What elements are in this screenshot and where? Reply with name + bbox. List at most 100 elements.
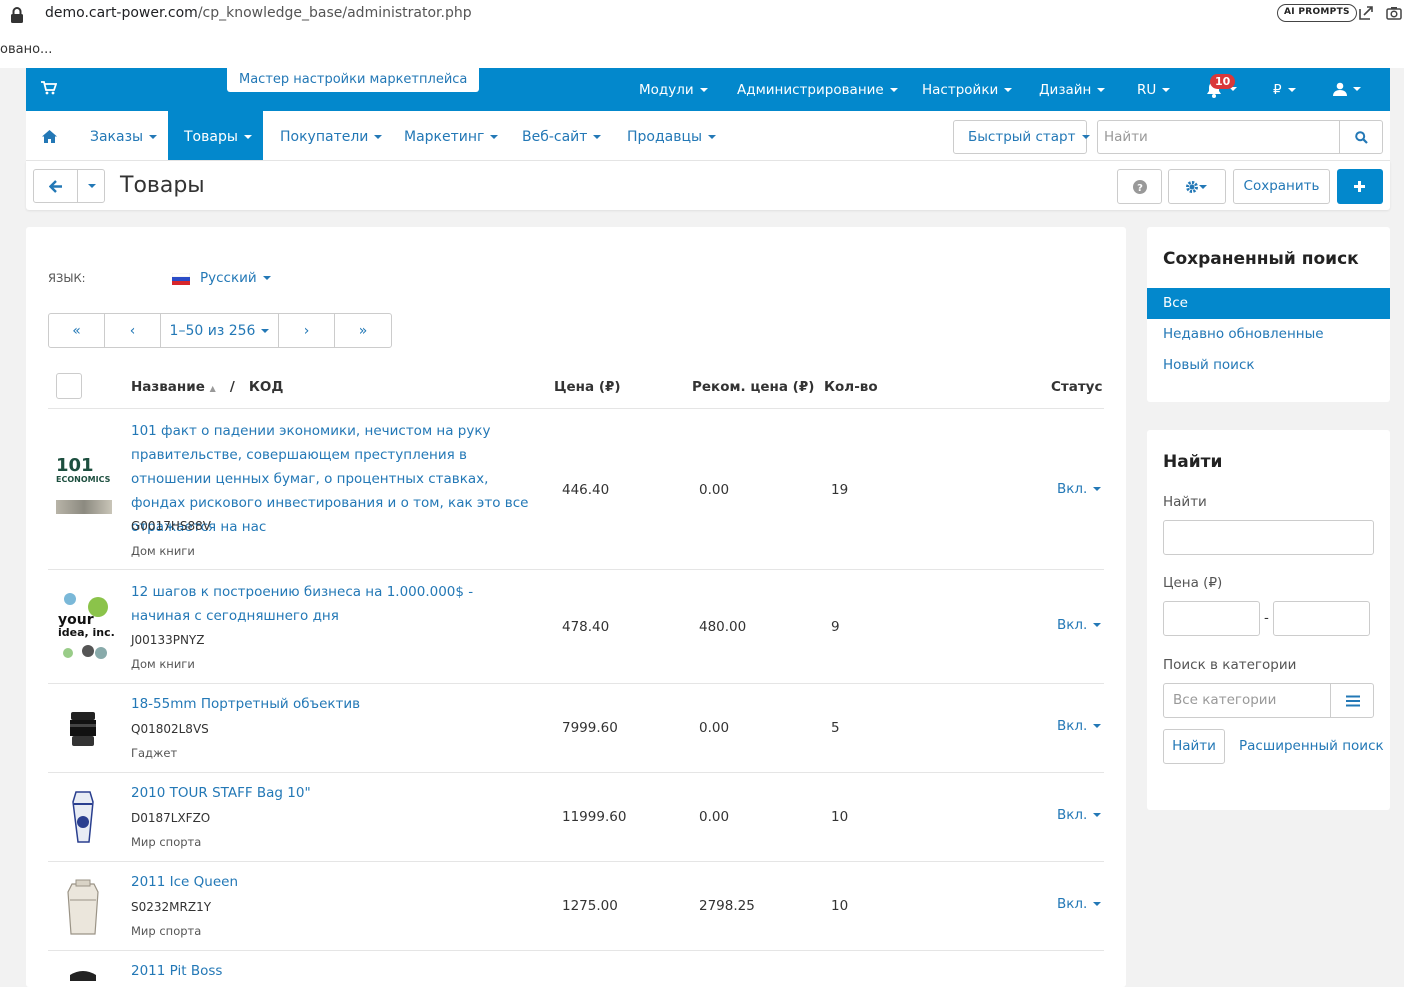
save-button[interactable]: Сохранить (1233, 169, 1330, 204)
column-quantity[interactable]: Кол-во (824, 379, 878, 395)
plus-icon (1354, 181, 1365, 192)
product-price[interactable]: 7999.60 (562, 720, 618, 736)
history-dropdown-button[interactable] (77, 169, 105, 203)
tooltip-text: овано... (0, 42, 53, 57)
product-thumbnail[interactable]: 101 ECONOMICS (56, 457, 112, 525)
global-search-input[interactable]: Найти (1097, 120, 1340, 154)
top-navigation: Мастер настройки маркетплейса Модули Адм… (26, 68, 1390, 111)
product-recommended-price[interactable]: 2798.25 (699, 898, 755, 914)
chevron-down-icon (1097, 88, 1106, 92)
product-price[interactable]: 446.40 (562, 482, 609, 498)
search-filter-panel: Найти Найти Цена (₽) - Поиск в категории… (1147, 430, 1390, 810)
url-text[interactable]: demo.cart-power.com/cp_knowledge_base/ad… (45, 5, 472, 21)
search-icon (1355, 131, 1368, 144)
product-quantity[interactable]: 9 (831, 619, 840, 635)
product-recommended-price[interactable]: 480.00 (699, 619, 746, 635)
product-name-link[interactable]: 2010 TOUR STAFF Bag 10" (131, 781, 531, 805)
status-dropdown[interactable]: Вкл. (1057, 807, 1102, 823)
product-code: G0017HS88V (131, 519, 211, 533)
topnav-user-menu[interactable] (1333, 81, 1361, 97)
product-code: Q01802L8VS (131, 722, 209, 736)
table-row: 2011 Ice Queen S0232MRZ1Y Мир спорта 127… (48, 861, 1104, 950)
category-picker-button[interactable] (1330, 683, 1374, 718)
saved-search-recently-updated[interactable]: Недавно обновленные (1163, 326, 1324, 342)
product-name-link[interactable]: 2011 Pit Boss (131, 959, 531, 983)
tab-customers[interactable]: Покупатели (280, 129, 383, 145)
add-product-button[interactable] (1337, 169, 1383, 204)
product-thumbnail[interactable] (66, 971, 100, 981)
column-status[interactable]: Статус (1051, 379, 1102, 395)
product-price[interactable]: 478.40 (562, 619, 609, 635)
back-button[interactable] (33, 169, 78, 203)
pager-prev[interactable]: ‹ (105, 314, 161, 347)
help-button[interactable]: ? (1117, 169, 1162, 204)
find-button[interactable]: Найти (1163, 729, 1225, 764)
search-button[interactable] (1339, 120, 1383, 154)
chevron-down-icon (1081, 135, 1090, 139)
select-all-checkbox[interactable] (56, 373, 82, 399)
product-name-link[interactable]: 2011 Ice Queen (131, 870, 531, 894)
pager-range-dropdown[interactable]: 1–50 из 256 (161, 314, 279, 347)
category-input[interactable]: Все категории (1163, 683, 1331, 718)
product-vendor: Гаджет (131, 746, 178, 760)
topnav-design[interactable]: Дизайн (1039, 82, 1106, 98)
tab-marketing[interactable]: Маркетинг (404, 129, 499, 145)
pager-first[interactable]: « (49, 314, 105, 347)
product-thumbnail[interactable] (64, 878, 102, 936)
chevron-down-icon (490, 135, 499, 139)
product-recommended-price[interactable]: 0.00 (699, 720, 729, 736)
topnav-settings[interactable]: Настройки (922, 82, 1013, 98)
pager-next[interactable]: › (279, 314, 335, 347)
tab-vendors[interactable]: Продавцы (627, 129, 717, 145)
share-icon[interactable] (1358, 5, 1374, 21)
tab-orders[interactable]: Заказы (90, 129, 158, 145)
chevron-down-icon (1093, 487, 1102, 491)
saved-search-all[interactable]: Все (1147, 288, 1390, 319)
find-input[interactable] (1163, 520, 1374, 555)
cart-icon[interactable] (41, 81, 57, 95)
marketplace-wizard-button[interactable]: Мастер настройки маркетплейса (227, 68, 480, 92)
product-price[interactable]: 1275.00 (562, 898, 618, 914)
topnav-administration[interactable]: Администрирование (737, 82, 898, 98)
gear-icon (1186, 181, 1198, 193)
column-recommended-price[interactable]: Реком. цена (₽) (692, 379, 814, 395)
status-dropdown[interactable]: Вкл. (1057, 896, 1102, 912)
quick-start-button[interactable]: Быстрый старт (953, 120, 1090, 154)
product-quantity[interactable]: 10 (831, 809, 848, 825)
saved-search-new[interactable]: Новый поиск (1163, 357, 1255, 373)
advanced-search-link[interactable]: Расширенный поиск (1239, 738, 1384, 754)
topnav-currency[interactable]: ₽ (1273, 82, 1296, 98)
tab-products[interactable]: Товары (168, 111, 263, 160)
settings-dropdown-button[interactable] (1168, 169, 1226, 204)
product-quantity[interactable]: 19 (831, 482, 848, 498)
product-thumbnail[interactable]: your idea, inc. (56, 585, 115, 667)
product-quantity[interactable]: 5 (831, 720, 840, 736)
ai-prompts-button[interactable]: AI PROMPTS (1277, 4, 1357, 22)
product-quantity[interactable]: 10 (831, 898, 848, 914)
product-recommended-price[interactable]: 0.00 (699, 809, 729, 825)
product-price[interactable]: 11999.60 (562, 809, 626, 825)
topnav-language[interactable]: RU (1137, 82, 1171, 98)
topnav-modules[interactable]: Модули (639, 82, 708, 98)
product-name-link[interactable]: 18-55mm Портретный объектив (131, 692, 531, 716)
status-dropdown[interactable]: Вкл. (1057, 617, 1102, 633)
status-dropdown[interactable]: Вкл. (1057, 481, 1102, 497)
column-name[interactable]: Название ▲ / КОД (131, 379, 283, 395)
column-price[interactable]: Цена (₽) (554, 379, 621, 395)
product-name-link[interactable]: 12 шагов к построению бизнеса на 1.000.0… (131, 580, 531, 628)
product-recommended-price[interactable]: 0.00 (699, 482, 729, 498)
home-icon[interactable] (42, 130, 57, 143)
chevron-down-icon (1287, 88, 1296, 92)
product-thumbnail[interactable] (66, 790, 100, 846)
tab-website[interactable]: Веб-сайт (522, 129, 602, 145)
price-from-input[interactable] (1163, 601, 1260, 636)
chevron-down-icon (708, 135, 717, 139)
pager-last[interactable]: » (335, 314, 391, 347)
table-row: 2011 Pit Boss (48, 950, 1104, 983)
language-dropdown[interactable]: Русский (200, 270, 271, 286)
camera-icon[interactable] (1386, 5, 1402, 21)
products-panel: ЯЗЫК: Русский « ‹ 1–50 из 256 › » Назван… (26, 227, 1126, 987)
status-dropdown[interactable]: Вкл. (1057, 718, 1102, 734)
price-to-input[interactable] (1273, 601, 1370, 636)
product-thumbnail[interactable] (68, 712, 98, 746)
